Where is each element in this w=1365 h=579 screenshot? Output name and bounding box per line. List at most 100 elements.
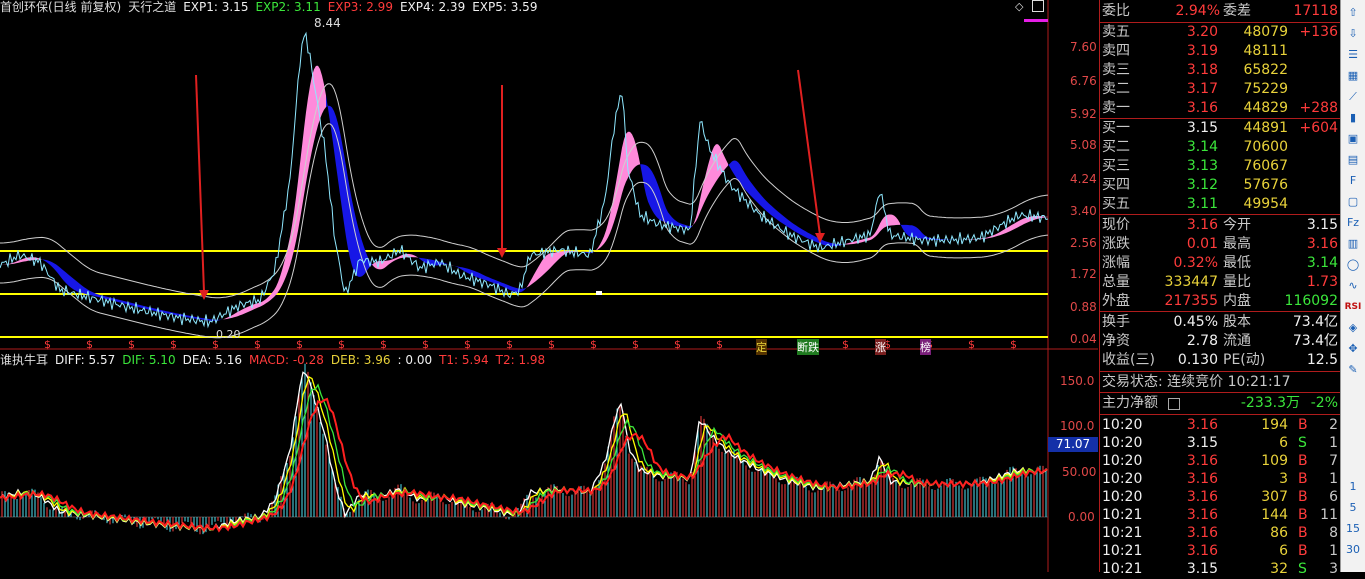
peak-label: 8.44 [314, 16, 341, 30]
zero-label: : 0.00 [397, 353, 433, 367]
weibi-label: 委比 [1102, 3, 1130, 19]
stat-value: 3.15 [1306, 217, 1338, 233]
s-marker: $ [590, 338, 597, 351]
move-icon[interactable]: ✥ [1343, 340, 1363, 358]
exp1-label: EXP1: 3.15 [183, 0, 249, 14]
tick-count: 11 [1320, 507, 1338, 523]
stat-value: 3.16 [1186, 217, 1218, 233]
tick-side: B [1298, 525, 1308, 541]
price-tick: 4.24 [1070, 172, 1097, 186]
net-row: 主力净额 -233.3万 -2% [1100, 394, 1340, 413]
tick-count: 3 [1329, 561, 1338, 577]
square-icon[interactable]: ▢ [1343, 193, 1363, 211]
ask-label: 卖三 [1102, 62, 1130, 78]
bid-price: 3.15 [1186, 120, 1218, 136]
s-marker: $ [506, 338, 513, 351]
quote-panel: 委比 2.94% 委差 17118 卖五 3.20 48079 +136 卖四 3.19 48111… [1099, 0, 1340, 577]
wave-icon[interactable]: ∿ [1343, 277, 1363, 295]
bid-price: 3.14 [1186, 139, 1218, 155]
osc-tick: 50.00 [1062, 465, 1097, 479]
ask-volume: 65822 [1243, 62, 1288, 78]
line-chart-icon[interactable]: ⟋ [1343, 88, 1363, 106]
tick-time: 10:20 [1102, 417, 1143, 433]
dif-label: DIF: 5.10 [122, 353, 176, 367]
ask-price: 3.16 [1186, 100, 1218, 116]
tick-volume: 109 [1261, 453, 1288, 469]
bid-price: 3.13 [1186, 158, 1218, 174]
stat-value: 73.4亿 [1292, 333, 1338, 349]
weibi-value: 2.94% [1175, 3, 1220, 19]
tick-time: 10:21 [1102, 543, 1143, 559]
ask-volume: 48079 [1243, 24, 1288, 40]
stat-label: 换手 [1102, 314, 1130, 330]
book-icon[interactable]: ▣ [1343, 130, 1363, 148]
tick-price: 3.16 [1186, 417, 1218, 433]
pen-icon[interactable]: ✎ [1343, 361, 1363, 379]
stat-label: 现价 [1102, 217, 1130, 233]
price-line [0, 31, 1049, 329]
cursor-dot [596, 291, 602, 295]
trend-ribbon [326, 95, 372, 277]
period-button[interactable]: 1 [1343, 478, 1363, 496]
stat-value: 333447 [1164, 274, 1218, 290]
bid-row: 买一 3.15 44891 +604 [1100, 119, 1340, 138]
stat-label: 净资 [1102, 333, 1130, 349]
s-marker: $ [86, 338, 93, 351]
period-button[interactable]: 30 [1343, 541, 1363, 559]
diamond-icon[interactable]: ◇ [1015, 0, 1023, 13]
compass-icon[interactable]: ◈ [1343, 319, 1363, 337]
window-icon[interactable] [1032, 0, 1044, 12]
stat-label: 今开 [1223, 217, 1251, 233]
tick-row: 10:20 3.15 6 S 1 [1100, 434, 1340, 453]
circle-icon[interactable]: ◯ [1343, 256, 1363, 274]
tick-price: 3.16 [1186, 543, 1218, 559]
fiz-icon[interactable]: Fz [1343, 214, 1363, 232]
s-marker: $ [338, 338, 345, 351]
tick-price: 3.16 [1186, 453, 1218, 469]
period-button[interactable]: 15 [1343, 520, 1363, 538]
divider [1100, 371, 1340, 372]
ask-row: 卖五 3.20 48079 +136 [1100, 23, 1340, 42]
chart-control-icons[interactable]: ◇ [1015, 0, 1045, 14]
list-icon[interactable]: ☰ [1343, 46, 1363, 64]
table2-icon[interactable]: ▥ [1343, 235, 1363, 253]
divider [1100, 414, 1340, 415]
grid-icon[interactable]: ▦ [1343, 67, 1363, 85]
stock-name[interactable]: 首创环保(日线 前复权) [0, 0, 121, 16]
divider [1100, 392, 1340, 393]
chart-area[interactable]: $$$$$$$$$$$$$$$$$$$$$$$$ 首创环保(日线 前复权) 天行… [0, 0, 1098, 572]
bid-volume: 44891 [1243, 120, 1288, 136]
tick-time: 10:21 [1102, 507, 1143, 523]
bid-label: 买二 [1102, 139, 1130, 155]
stat-value: 0.01 [1186, 236, 1218, 252]
price-tick: 0.88 [1070, 300, 1097, 314]
tick-row: 10:21 3.16 144 B 11 [1100, 506, 1340, 525]
ask-change: +288 [1299, 100, 1338, 116]
tick-side: S [1298, 435, 1307, 451]
tick-volume: 144 [1261, 507, 1288, 523]
osc-indicator-name[interactable]: 谁执牛耳 [0, 352, 48, 369]
tick-row: 10:20 3.16 194 B 2 [1100, 416, 1340, 435]
table-icon[interactable]: ▤ [1343, 151, 1363, 169]
down-arrow-icon[interactable]: ⇩ [1343, 25, 1363, 43]
kline-chart[interactable]: $$$$$$$$$$$$$$$$$$$$$$$$ [0, 0, 1098, 572]
weibi-row: 委比 2.94% 委差 17118 [1100, 2, 1340, 21]
fund-icon[interactable]: F [1343, 172, 1363, 190]
tick-volume: 3 [1279, 471, 1288, 487]
candle-icon[interactable]: ▮ [1343, 109, 1363, 127]
exp3-label: EXP3: 2.99 [327, 0, 393, 14]
stat-value: 217355 [1164, 293, 1218, 309]
marker-ding: 定 [756, 339, 767, 355]
rsi-icon[interactable]: RSI [1343, 298, 1363, 316]
list-icon[interactable] [1168, 398, 1180, 410]
bid-row: 买五 3.11 49954 [1100, 195, 1340, 214]
indicator-name[interactable]: 天行之道 [128, 0, 176, 16]
period-button[interactable]: 5 [1343, 499, 1363, 517]
divider [1100, 214, 1340, 215]
tick-time: 10:20 [1102, 471, 1143, 487]
stat-label: 涨跌 [1102, 236, 1130, 252]
trade-state-row: 交易状态: 连续竞价 10:21:17 [1100, 373, 1340, 392]
stat-row: 总量 333447 量比 1.73 [1100, 273, 1340, 292]
up-arrow-icon[interactable]: ⇧ [1343, 4, 1363, 22]
exp2-label: EXP2: 3.11 [255, 0, 321, 14]
